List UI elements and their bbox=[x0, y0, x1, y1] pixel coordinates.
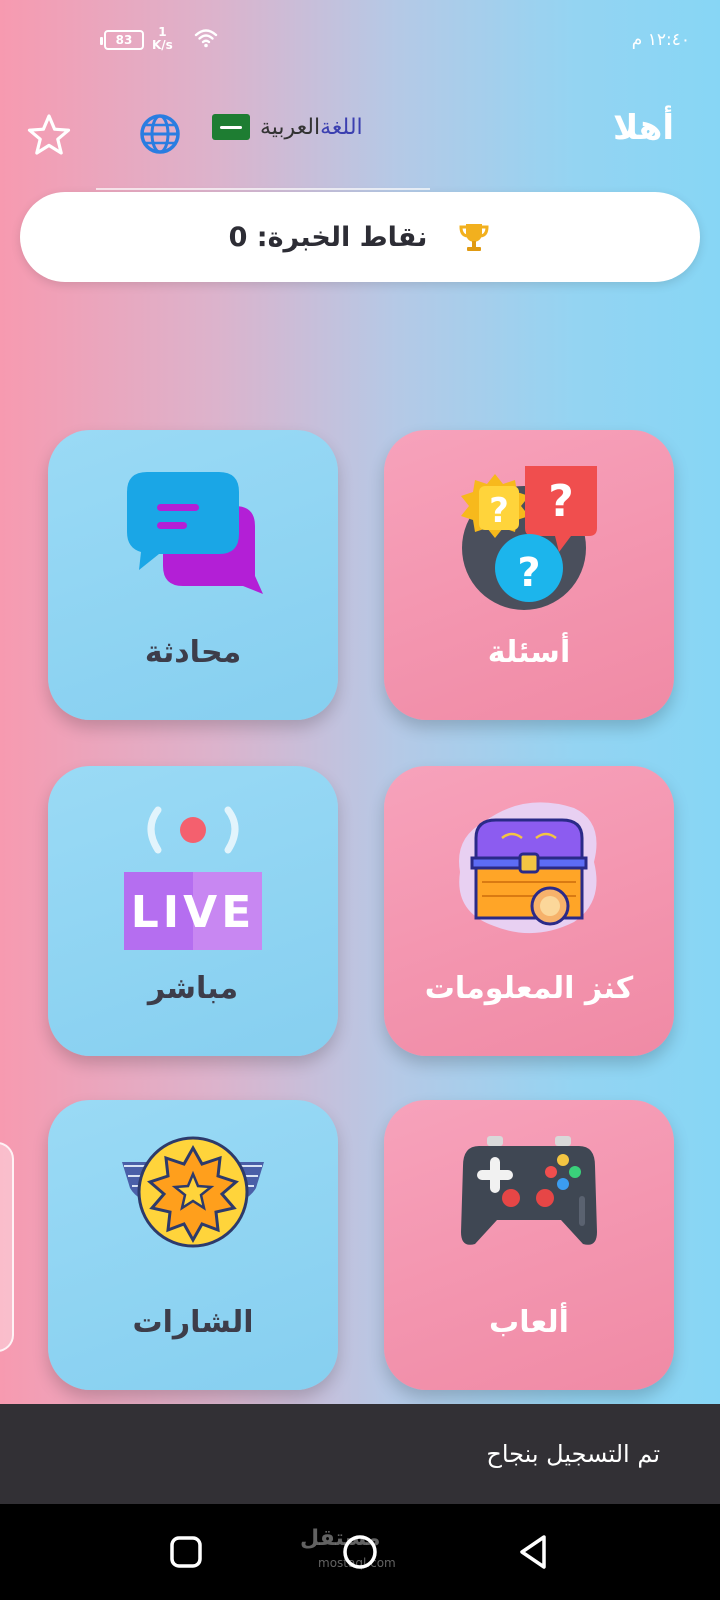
network-speed: 1 K/s bbox=[152, 26, 173, 52]
side-drawer-handle[interactable] bbox=[0, 1142, 14, 1352]
card-games[interactable]: ألعاب bbox=[384, 1100, 674, 1390]
recent-apps-button[interactable] bbox=[166, 1532, 206, 1572]
live-icon: LIVE bbox=[124, 806, 262, 950]
trophy-icon bbox=[459, 224, 489, 251]
svg-text:?: ? bbox=[489, 491, 509, 531]
battery-indicator: 83 bbox=[100, 30, 144, 50]
saudi-flag-icon bbox=[212, 114, 250, 140]
badge-icon bbox=[122, 1136, 264, 1248]
chat-icon bbox=[127, 472, 263, 594]
treasure-chest-icon bbox=[459, 802, 597, 934]
live-icon-text: LIVE bbox=[131, 887, 256, 938]
card-games-label: ألعاب bbox=[489, 1305, 569, 1340]
language-selector[interactable]: اللغةالعربية bbox=[212, 114, 363, 140]
experience-points-card: نقاط الخبرة: 0 bbox=[20, 192, 700, 282]
globe-icon[interactable] bbox=[138, 112, 182, 156]
status-bar: 83 1 K/s ١٢:٤٠ م bbox=[0, 0, 720, 80]
questions-icon: ? ? ? bbox=[461, 466, 597, 610]
back-button[interactable] bbox=[514, 1532, 554, 1572]
card-questions[interactable]: ? ? ? أسئلة bbox=[384, 430, 674, 720]
card-badges[interactable]: الشارات bbox=[48, 1100, 338, 1390]
toast-notification: تم التسجيل بنجاح bbox=[0, 1404, 720, 1504]
card-chat[interactable]: محادثة bbox=[48, 430, 338, 720]
toast-message: تم التسجيل بنجاح bbox=[486, 1440, 660, 1468]
gamepad-icon bbox=[461, 1136, 597, 1245]
svg-text:?: ? bbox=[517, 550, 540, 596]
experience-points-label: نقاط الخبرة: 0 bbox=[228, 221, 428, 253]
app-header: اللغةالعربية أهلا bbox=[0, 100, 720, 170]
language-label: اللغةالعربية bbox=[260, 115, 363, 140]
net-speed-unit: K/s bbox=[152, 38, 173, 52]
system-navigation-bar: مستقل mostaql.com bbox=[0, 1504, 720, 1600]
header-divider bbox=[96, 188, 430, 190]
wifi-icon bbox=[194, 29, 218, 48]
language-prefix: اللغة bbox=[320, 114, 363, 140]
card-info-treasure-label: كنز المعلومات bbox=[424, 971, 634, 1006]
greeting-title: أهلا bbox=[612, 108, 674, 148]
favorites-button[interactable] bbox=[26, 112, 72, 158]
svg-text:?: ? bbox=[548, 476, 574, 527]
home-button[interactable] bbox=[340, 1532, 380, 1572]
star-outline-icon bbox=[27, 114, 71, 155]
card-questions-label: أسئلة bbox=[487, 635, 571, 670]
card-badges-label: الشارات bbox=[132, 1305, 254, 1340]
language-name: العربية bbox=[260, 114, 321, 140]
card-live[interactable]: LIVE مباشر bbox=[48, 766, 338, 1056]
card-live-label: مباشر bbox=[147, 971, 239, 1006]
card-chat-label: محادثة bbox=[144, 635, 242, 670]
card-info-treasure[interactable]: كنز المعلومات bbox=[384, 766, 674, 1056]
clock: ١٢:٤٠ م bbox=[631, 30, 690, 50]
